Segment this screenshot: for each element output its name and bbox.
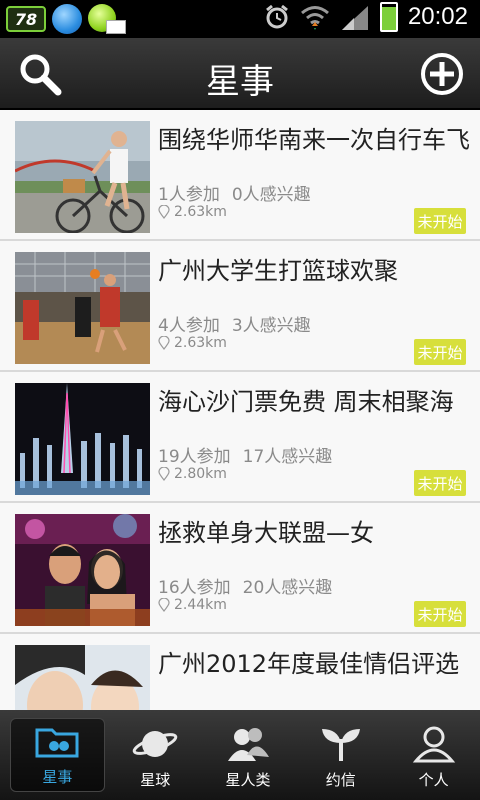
bottom-tab-bar: 星事 星球 星人类 约信 个人 [0, 710, 480, 800]
distance-value: 2.44km [174, 597, 227, 613]
event-title: 海心沙门票免费 周末相聚海 [158, 388, 454, 416]
event-distance: 2.80km [158, 466, 227, 482]
joined-count: 16人参加 [158, 578, 231, 598]
status-badge: 未开始 [414, 601, 466, 627]
tab-xingqiu[interactable]: 星球 [109, 710, 202, 800]
event-item[interactable]: 拯救单身大联盟—女 16人参加 20人感兴趣 2.44km 未开始 [0, 503, 480, 634]
people-icon [227, 728, 269, 761]
wechat-mail-icon [88, 4, 126, 34]
tab-label: 个人 [418, 771, 449, 789]
interested-count: 20人感兴趣 [242, 578, 333, 598]
location-pin-icon [158, 467, 170, 481]
location-pin-icon [158, 205, 170, 219]
event-title: 广州大学生打篮球欢聚 [158, 257, 398, 285]
tab-yuexin[interactable]: 约信 [294, 710, 387, 800]
joined-count: 19人参加 [158, 447, 231, 467]
interested-count: 17人感兴趣 [242, 447, 333, 467]
tab-xingrenlei[interactable]: 星人类 [202, 710, 295, 800]
location-pin-icon [158, 336, 170, 350]
event-stats: 4人参加 3人感兴趣 [158, 311, 311, 336]
page-title: 星事 [206, 62, 274, 102]
qq-icon [52, 4, 82, 34]
event-item[interactable]: 海心沙门票免费 周末相聚海 19人参加 17人感兴趣 2.80km 未开始 [0, 372, 480, 503]
signal-icon [341, 6, 368, 30]
event-item[interactable]: 广州2012年度最佳情侣评选 [0, 634, 480, 710]
location-pin-icon [158, 598, 170, 612]
event-distance: 2.63km [158, 204, 227, 220]
event-stats: 16人参加 20人感兴趣 [158, 573, 332, 598]
notification-badge: 78 [6, 6, 46, 32]
event-item[interactable]: 广州大学生打篮球欢聚 4人参加 3人感兴趣 2.63km 未开始 [0, 241, 480, 372]
tab-label: 星人类 [225, 771, 271, 789]
party-photo [15, 514, 150, 626]
alarm-icon [266, 4, 288, 29]
add-icon[interactable] [420, 52, 464, 96]
fountain-tower-photo [15, 383, 150, 495]
sprout-icon [321, 729, 360, 761]
basketball-photo [15, 252, 150, 364]
event-distance: 2.63km [158, 335, 227, 351]
event-list[interactable]: 围绕华师华南来一次自行车飞 1人参加 0人感兴趣 2.63km 未开始 广州大学生… [0, 110, 480, 710]
joined-count: 4人参加 [158, 316, 220, 336]
status-badge: 未开始 [414, 339, 466, 365]
event-title: 拯救单身大联盟—女 [158, 519, 374, 547]
joined-count: 1人参加 [158, 185, 220, 205]
event-stats: 1人参加 0人感兴趣 [158, 180, 311, 205]
interested-count: 0人感兴趣 [231, 185, 311, 205]
notification-count: 78 [14, 9, 38, 29]
clock: 20:02 [407, 3, 468, 30]
battery-icon [379, 2, 398, 32]
event-item[interactable]: 围绕华师华南来一次自行车飞 1人参加 0人感兴趣 2.63km 未开始 [0, 110, 480, 241]
planet-icon [132, 731, 178, 757]
tab-label: 星球 [140, 771, 171, 789]
tab-geren[interactable]: 个人 [387, 710, 480, 800]
couple-photo [15, 645, 150, 710]
wifi-icon [300, 6, 329, 30]
distance-value: 2.63km [174, 204, 227, 220]
header: 星事 [0, 38, 480, 110]
cyclist-photo [15, 121, 150, 233]
tab-label: 约信 [325, 771, 356, 789]
person-icon [412, 726, 455, 763]
event-title: 广州2012年度最佳情侣评选 [158, 650, 460, 678]
event-stats: 19人参加 17人感兴趣 [158, 442, 332, 467]
distance-value: 2.63km [174, 335, 227, 351]
tab-label: 星事 [42, 768, 73, 786]
event-title: 围绕华师华南来一次自行车飞 [158, 126, 470, 154]
interested-count: 3人感兴趣 [231, 316, 311, 336]
tab-xingshi[interactable]: 星事 [10, 718, 105, 792]
status-badge: 未开始 [414, 208, 466, 234]
distance-value: 2.80km [174, 466, 227, 482]
event-distance: 2.44km [158, 597, 227, 613]
status-bar: 78 20:02 [0, 0, 480, 38]
folder-icon [35, 728, 79, 758]
status-badge: 未开始 [414, 470, 466, 496]
